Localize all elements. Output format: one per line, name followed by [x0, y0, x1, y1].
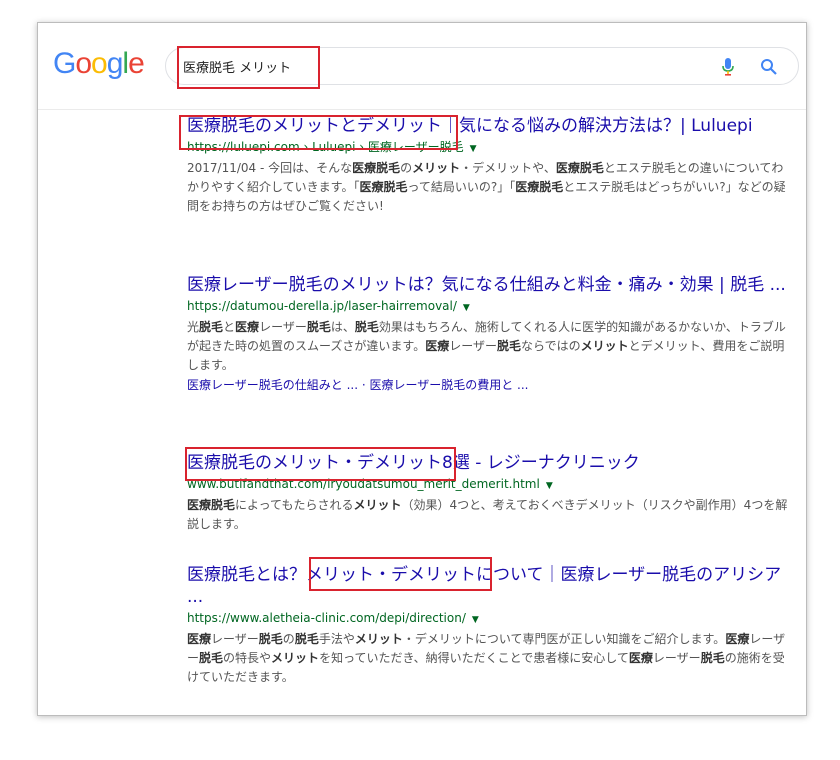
result-sitelinks[interactable]: 医療レーザー脱毛の仕組みと ... · 医療レーザー脱毛の費用と ... [187, 376, 792, 395]
dropdown-caret-icon[interactable]: ▼ [470, 144, 477, 154]
result-title[interactable]: 医療レーザー脱毛のメリットは？気になる仕組みと料金・痛み・効果 | 脱毛 ... [187, 274, 792, 296]
result-title[interactable]: 医療脱毛のメリット・デメリット8選 - レジーナクリニック [187, 452, 792, 474]
result-url[interactable]: www.butifandthat.com/iryoudatsumou_merit… [187, 476, 792, 494]
logo-letter: G [53, 47, 76, 80]
browser-frame: Google 医療脱毛 メリット 医療脱毛のメリットとデメリット｜気になる悩みの… [37, 22, 807, 716]
result-title[interactable]: 医療脱毛とは？メリット・デメリットについて｜医療レーザー脱毛のアリシア ... [187, 564, 792, 608]
search-result: 医療脱毛とは？メリット・デメリットについて｜医療レーザー脱毛のアリシア ... … [187, 564, 792, 687]
google-logo[interactable]: Google [53, 47, 145, 81]
logo-letter: e [128, 47, 145, 80]
logo-letter: o [91, 47, 108, 80]
search-input[interactable]: 医療脱毛 メリット [183, 57, 291, 76]
result-url[interactable]: https://luluepi.com › Luluepi › 医療レーザー脱毛… [187, 139, 792, 157]
dropdown-caret-icon[interactable]: ▼ [463, 303, 470, 313]
result-snippet: 医療脱毛によってもたらされるメリット（効果）4つと、考えておくべきデメリット（リ… [187, 498, 788, 531]
result-snippet: 医療レーザー脱毛の脱毛手法やメリット・デメリットについて専門医が正しい知識をご紹… [187, 632, 786, 684]
dropdown-caret-icon[interactable]: ▼ [546, 481, 553, 491]
search-box[interactable]: 医療脱毛 メリット [165, 47, 799, 85]
search-result: 医療レーザー脱毛のメリットは？気になる仕組みと料金・痛み・効果 | 脱毛 ...… [187, 274, 792, 395]
logo-letter: g [106, 47, 124, 80]
result-url-text: https://datumou-derella.jp/laser-hairrem… [187, 299, 457, 313]
result-snippet: 光脱毛と医療レーザー脱毛は、脱毛効果はもちろん、施術してくれる人に医学的知識があ… [187, 320, 786, 372]
result-url-text: www.butifandthat.com/iryoudatsumou_merit… [187, 477, 540, 491]
result-snippet: 2017/11/04 - 今回は、そんな医療脱毛のメリット・デメリットや、医療脱… [187, 161, 786, 213]
search-icon[interactable] [760, 58, 778, 76]
search-header: Google 医療脱毛 メリット [38, 23, 806, 110]
search-result: 医療脱毛のメリットとデメリット｜気になる悩みの解決方法は？| Luluepi h… [187, 115, 792, 216]
logo-letter: o [75, 47, 92, 80]
result-title[interactable]: 医療脱毛のメリットとデメリット｜気になる悩みの解決方法は？| Luluepi [187, 115, 792, 137]
result-url-text: https://www.aletheia-clinic.com/depi/dir… [187, 611, 466, 625]
result-url[interactable]: https://www.aletheia-clinic.com/depi/dir… [187, 610, 792, 628]
result-url-text: https://luluepi.com › Luluepi › 医療レーザー脱毛 [187, 140, 464, 154]
mic-icon[interactable] [720, 57, 736, 77]
dropdown-caret-icon[interactable]: ▼ [472, 615, 479, 625]
search-result: 医療脱毛のメリット・デメリット8選 - レジーナクリニック www.butifa… [187, 452, 792, 534]
result-url[interactable]: https://datumou-derella.jp/laser-hairrem… [187, 298, 792, 316]
